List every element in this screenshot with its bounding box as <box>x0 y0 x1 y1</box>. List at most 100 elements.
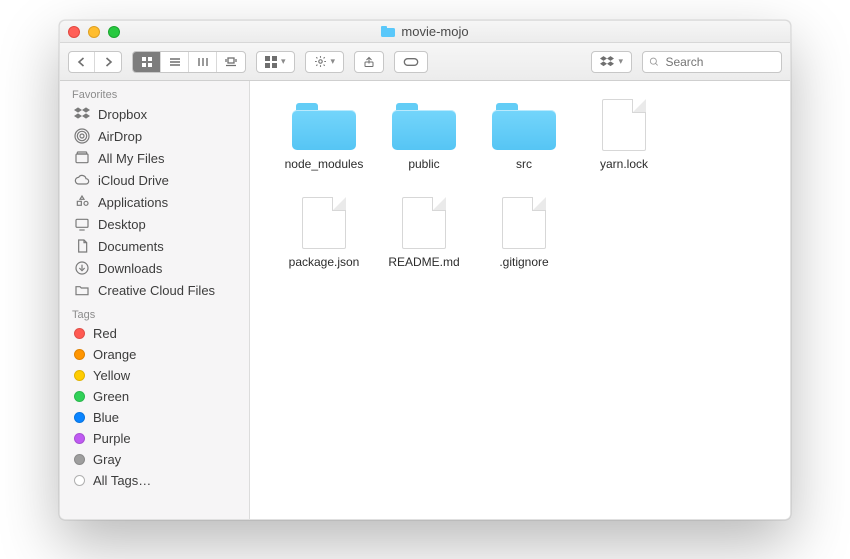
sidebar-item-creative-cloud-files[interactable]: Creative Cloud Files <box>60 279 249 301</box>
file-name: package.json <box>289 255 360 269</box>
chevron-down-icon: ▾ <box>281 56 286 67</box>
sidebar-item-label: Red <box>93 326 117 341</box>
sidebar-item-icloud-drive[interactable]: iCloud Drive <box>60 169 249 191</box>
file-item[interactable]: .gitignore <box>474 197 574 269</box>
list-view-button[interactable] <box>161 52 189 72</box>
file-name: README.md <box>388 255 459 269</box>
sidebar-item-label: Desktop <box>98 217 146 232</box>
folder-icon <box>392 99 456 151</box>
folder-icon <box>292 99 356 151</box>
sidebar-item-desktop[interactable]: Desktop <box>60 213 249 235</box>
toolbar: ▾ ▾ ▾ <box>60 43 790 81</box>
file-name: .gitignore <box>499 255 548 269</box>
coverflow-view-button[interactable] <box>217 52 245 72</box>
window-title: movie-mojo <box>401 24 468 39</box>
file-item[interactable]: README.md <box>374 197 474 269</box>
sidebar-item-dropbox[interactable]: Dropbox <box>60 103 249 125</box>
sidebar-item-label: All My Files <box>98 151 164 166</box>
dropbox-toolbar-button[interactable]: ▾ <box>591 51 632 73</box>
file-icon <box>492 197 556 249</box>
action-button[interactable]: ▾ <box>305 51 345 73</box>
titlebar: movie-mojo <box>60 21 790 43</box>
tag-dot-icon <box>74 370 85 381</box>
minimize-button[interactable] <box>88 26 100 38</box>
close-button[interactable] <box>68 26 80 38</box>
chevron-down-icon: ▾ <box>331 56 336 67</box>
sidebar-item-label: Green <box>93 389 129 404</box>
tag-purple[interactable]: Purple <box>60 428 249 449</box>
search-field[interactable] <box>642 51 782 73</box>
sidebar-item-label: Documents <box>98 239 164 254</box>
column-view-button[interactable] <box>189 52 217 72</box>
nav-buttons <box>68 51 122 73</box>
file-name: public <box>408 157 439 171</box>
chevron-down-icon: ▾ <box>618 56 623 67</box>
file-item[interactable]: public <box>374 99 474 171</box>
sidebar: Favorites Dropbox AirDrop All My Files iClo… <box>60 81 250 519</box>
tags-button[interactable] <box>394 51 428 73</box>
sidebar-item-all-my-files[interactable]: All My Files <box>60 147 249 169</box>
sidebar-item-label: iCloud Drive <box>98 173 169 188</box>
icloud-icon <box>74 172 90 188</box>
sidebar-item-airdrop[interactable]: AirDrop <box>60 125 249 147</box>
sidebar-item-label: AirDrop <box>98 129 142 144</box>
downloads-icon <box>74 260 90 276</box>
airdrop-icon <box>74 128 90 144</box>
back-button[interactable] <box>69 52 95 72</box>
tags-section-label: Tags <box>60 301 249 323</box>
sidebar-item-label: Dropbox <box>98 107 147 122</box>
allfiles-icon <box>74 150 90 166</box>
traffic-lights <box>68 26 120 38</box>
tag-dot-icon <box>74 454 85 465</box>
file-item[interactable]: node_modules <box>274 99 374 171</box>
file-area[interactable]: node_modules public src yarn.lock package.js… <box>250 81 790 519</box>
view-mode-segment <box>132 51 246 73</box>
desktop-icon <box>74 216 90 232</box>
sidebar-item-label: Yellow <box>93 368 130 383</box>
tag-blue[interactable]: Blue <box>60 407 249 428</box>
share-button[interactable] <box>354 51 384 73</box>
folder-icon <box>381 26 395 37</box>
folder-icon <box>74 282 90 298</box>
forward-button[interactable] <box>95 52 121 72</box>
tag-dot-icon <box>74 475 85 486</box>
sidebar-item-label: Orange <box>93 347 136 362</box>
search-icon <box>649 56 659 68</box>
sidebar-item-label: Downloads <box>98 261 162 276</box>
sidebar-item-applications[interactable]: Applications <box>60 191 249 213</box>
arrange-button[interactable]: ▾ <box>256 51 295 73</box>
tag-gray[interactable]: Gray <box>60 449 249 470</box>
file-name: yarn.lock <box>600 157 648 171</box>
folder-icon <box>492 99 556 151</box>
sidebar-item-label: All Tags… <box>93 473 151 488</box>
docs-icon <box>74 238 90 254</box>
icon-view-button[interactable] <box>133 52 161 72</box>
file-item[interactable]: src <box>474 99 574 171</box>
file-icon <box>292 197 356 249</box>
sidebar-item-label: Creative Cloud Files <box>98 283 215 298</box>
tag-green[interactable]: Green <box>60 386 249 407</box>
file-item[interactable]: package.json <box>274 197 374 269</box>
zoom-button[interactable] <box>108 26 120 38</box>
tag-orange[interactable]: Orange <box>60 344 249 365</box>
file-icon <box>592 99 656 151</box>
file-item[interactable]: yarn.lock <box>574 99 674 171</box>
sidebar-item-label: Applications <box>98 195 168 210</box>
sidebar-item-label: Blue <box>93 410 119 425</box>
tag-red[interactable]: Red <box>60 323 249 344</box>
file-name: node_modules <box>285 157 364 171</box>
tag-dot-icon <box>74 391 85 402</box>
tag-yellow[interactable]: Yellow <box>60 365 249 386</box>
sidebar-item-documents[interactable]: Documents <box>60 235 249 257</box>
sidebar-item-downloads[interactable]: Downloads <box>60 257 249 279</box>
search-input[interactable] <box>665 55 775 69</box>
favorites-section-label: Favorites <box>60 81 249 103</box>
sidebar-item-label: Gray <box>93 452 121 467</box>
tag-all-tags-[interactable]: All Tags… <box>60 470 249 491</box>
tag-dot-icon <box>74 412 85 423</box>
dropbox-icon <box>74 106 90 122</box>
apps-icon <box>74 194 90 210</box>
tag-dot-icon <box>74 328 85 339</box>
finder-window: movie-mojo <box>59 20 791 520</box>
tag-dot-icon <box>74 433 85 444</box>
